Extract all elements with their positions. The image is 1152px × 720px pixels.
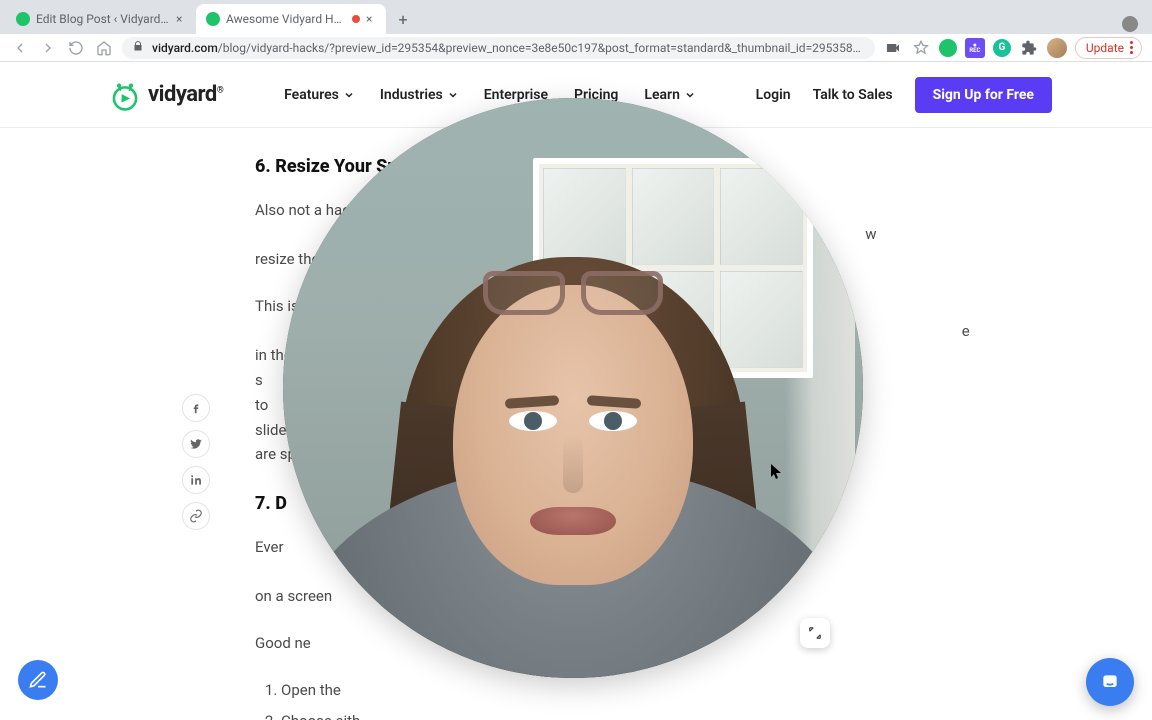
tab-awesome-hacks[interactable]: Awesome Vidyard Hacks Y × <box>196 4 386 34</box>
ext-grammarly-icon[interactable]: G <box>993 39 1011 57</box>
profile-avatar[interactable] <box>1047 38 1067 58</box>
signup-button[interactable]: Sign Up for Free <box>915 77 1052 113</box>
bookmark-icon[interactable] <box>911 38 931 58</box>
close-tab-icon[interactable]: × <box>366 12 376 26</box>
forward-button <box>38 38 58 58</box>
chrome-profile-icon[interactable] <box>1122 16 1138 32</box>
share-linkedin-button[interactable] <box>182 466 210 494</box>
address-bar[interactable]: vidyard.com/blog/vidyard-hacks/?preview_… <box>122 37 875 59</box>
tab-title: Awesome Vidyard Hacks Y <box>226 12 346 26</box>
list-item: Open the <box>281 678 897 703</box>
lock-icon <box>132 40 144 55</box>
tab-edit-blog[interactable]: Edit Blog Post ‹ Vidyard — Wo × <box>6 4 196 34</box>
close-tab-icon[interactable]: × <box>176 12 186 26</box>
speaker-bubble[interactable] <box>283 98 863 678</box>
compose-fab[interactable] <box>18 660 58 700</box>
share-facebook-button[interactable] <box>182 394 210 422</box>
browser-toolbar: vidyard.com/blog/vidyard-hacks/?preview_… <box>0 34 1152 62</box>
browser-chrome: Edit Blog Post ‹ Vidyard — Wo × Awesome … <box>0 0 1152 62</box>
list-item: Choose eith <box>281 709 897 720</box>
brand-logo[interactable]: vidyard® <box>108 78 223 112</box>
webcam-person <box>453 285 693 585</box>
reload-button[interactable] <box>66 38 86 58</box>
update-chrome-button[interactable]: Update <box>1075 37 1142 59</box>
recording-indicator-icon <box>352 15 360 23</box>
kebab-menu-icon <box>1130 41 1133 54</box>
resize-bubble-button[interactable] <box>800 618 830 648</box>
camera-ext-icon[interactable] <box>883 38 903 58</box>
new-tab-button[interactable]: + <box>390 6 416 32</box>
tabstrip: Edit Blog Post ‹ Vidyard — Wo × Awesome … <box>0 0 1152 34</box>
share-rail <box>182 394 210 530</box>
extensions-button[interactable] <box>1019 38 1039 58</box>
ext-recorder-icon[interactable]: ●REC <box>965 38 985 58</box>
url-text: vidyard.com/blog/vidyard-hacks/?preview_… <box>152 41 865 55</box>
intercom-launcher[interactable] <box>1086 658 1134 706</box>
home-button[interactable] <box>94 38 114 58</box>
vidyard-mark-icon <box>108 78 142 112</box>
favicon-vidyard-icon <box>16 12 30 26</box>
share-twitter-button[interactable] <box>182 430 210 458</box>
ext-vidyard-icon[interactable] <box>939 39 957 57</box>
tab-title: Edit Blog Post ‹ Vidyard — Wo <box>36 12 170 26</box>
back-button[interactable] <box>10 38 30 58</box>
mouse-cursor-icon <box>771 464 783 484</box>
share-link-button[interactable] <box>182 502 210 530</box>
favicon-vidyard-icon <box>206 12 220 26</box>
brand-wordmark: vidyard® <box>148 82 223 107</box>
steps-list: Open the Choose eith Hit Start Record. I… <box>255 678 897 720</box>
